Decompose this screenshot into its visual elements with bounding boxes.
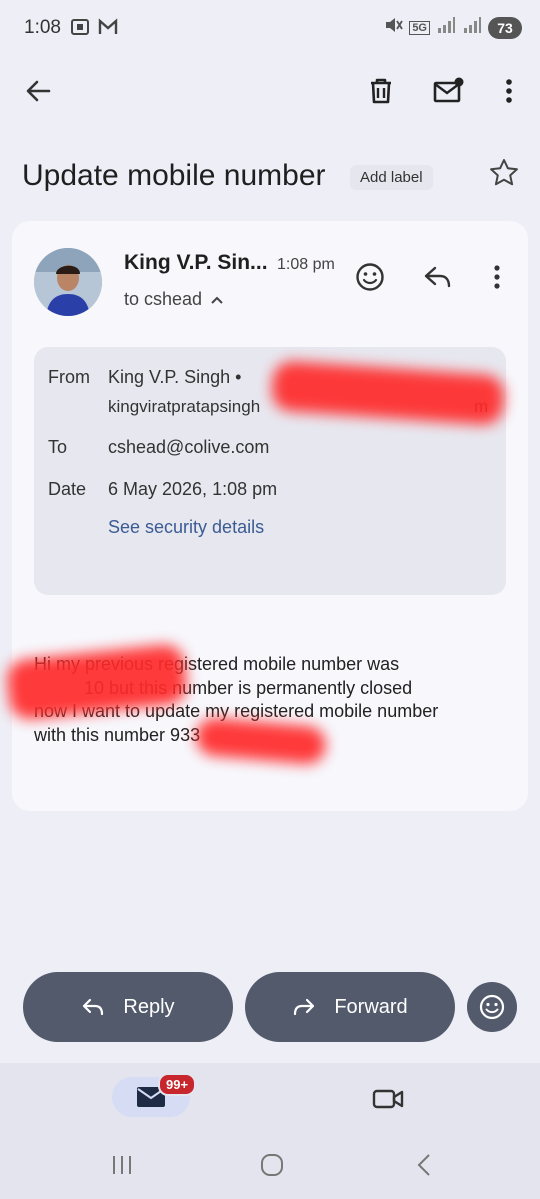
- more-vert-icon: [506, 79, 512, 103]
- forward-icon: [294, 998, 315, 1016]
- emoji-icon: [479, 994, 505, 1020]
- to-summary: to cshead: [124, 289, 203, 309]
- from-email: kingviratpratapsingh: [108, 397, 261, 416]
- reply-icon: [424, 266, 451, 288]
- emoji-icon: [356, 263, 384, 291]
- meet-tab[interactable]: [366, 1081, 410, 1117]
- back-nav-icon[interactable]: [402, 1143, 446, 1187]
- mail-count-badge: 99+: [158, 1073, 197, 1096]
- recents-icon[interactable]: [100, 1143, 144, 1187]
- to-value: cshead@colive.com: [108, 437, 270, 457]
- reply-label: Reply: [123, 995, 175, 1018]
- screenshot-icon: [70, 18, 90, 36]
- video-camera-icon: [372, 1089, 404, 1109]
- react-emoji-button[interactable]: [348, 255, 392, 299]
- star-icon[interactable]: [488, 157, 520, 194]
- app-bar: [0, 60, 540, 122]
- security-details-link[interactable]: See security details: [108, 517, 264, 538]
- home-icon[interactable]: [250, 1143, 294, 1187]
- reply-icon: [83, 998, 104, 1016]
- email-subject: Update mobile number: [22, 159, 326, 192]
- status-time: 1:08: [24, 17, 61, 38]
- forward-label: Forward: [334, 995, 408, 1018]
- avatar[interactable]: [34, 248, 102, 316]
- date-value: 6 May 2026, 1:08 pm: [108, 479, 278, 499]
- to-label: To: [48, 437, 68, 457]
- delete-button[interactable]: [359, 69, 403, 113]
- recipient-toggle[interactable]: to cshead: [124, 289, 224, 310]
- sender-name[interactable]: King V.P. Sin...: [124, 251, 268, 275]
- emoji-reaction-button[interactable]: [467, 982, 517, 1032]
- battery-indicator: 73: [488, 16, 522, 39]
- signal-icon-2: [462, 16, 482, 39]
- from-label: From: [48, 367, 90, 387]
- trash-icon: [371, 78, 391, 104]
- arrow-back-icon: [26, 80, 51, 102]
- mark-unread-button[interactable]: [427, 69, 471, 113]
- reply-icon-button[interactable]: [416, 255, 460, 299]
- mute-icon: [383, 15, 404, 40]
- signal-icon: [436, 16, 456, 39]
- mail-unread-icon: [433, 77, 464, 103]
- subject-row: Update mobile number Add label: [22, 155, 524, 203]
- system-nav-bar: [0, 1143, 540, 1187]
- date-label: Date: [48, 479, 87, 499]
- chevron-up-icon: [211, 296, 223, 304]
- from-name: King V.P. Singh •: [108, 367, 242, 387]
- reply-button[interactable]: Reply: [23, 972, 233, 1042]
- status-bar: 1:08 5G 73: [0, 0, 540, 56]
- email-time: 1:08 pm: [277, 256, 335, 273]
- add-label-button[interactable]: Add label: [350, 165, 433, 190]
- back-button[interactable]: [16, 69, 60, 113]
- network-5g-icon: 5G: [409, 20, 430, 35]
- forward-button[interactable]: Forward: [245, 972, 455, 1042]
- more-options-button[interactable]: [487, 69, 531, 113]
- gmail-icon: [98, 18, 118, 36]
- more-vert-icon: [494, 265, 500, 289]
- message-more-button[interactable]: [475, 255, 519, 299]
